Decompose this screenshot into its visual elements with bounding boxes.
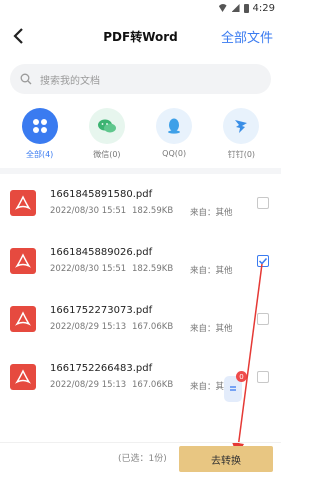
- select-checkbox[interactable]: [257, 197, 269, 209]
- back-button[interactable]: [8, 26, 28, 46]
- tab-all-label: 全部(4): [25, 150, 54, 159]
- file-size: 182.59KB: [132, 205, 174, 216]
- list-item[interactable]: 1661845891580.pdf 2022/08/30 15:51 182.5…: [0, 174, 281, 232]
- file-date: 2022/08/30 15:51: [50, 263, 127, 274]
- wechat-icon: [88, 108, 125, 144]
- search-icon: [20, 73, 32, 85]
- status-bar: 4:29: [0, 0, 281, 16]
- header: PDF转Word 全部文件: [0, 16, 281, 56]
- file-date: 2022/08/29 15:13: [50, 379, 127, 390]
- pdf-icon: [10, 364, 36, 390]
- file-name: 1661845889026.pdf: [50, 246, 153, 258]
- pdf-icon: [10, 190, 36, 216]
- task-count-badge: 0: [236, 371, 247, 382]
- tab-wechat[interactable]: 微信(0): [75, 108, 139, 160]
- floating-task-button[interactable]: 0: [224, 371, 247, 402]
- list-item[interactable]: 1661752273073.pdf 2022/08/29 15:13 167.0…: [0, 290, 281, 348]
- file-size: 182.59KB: [132, 263, 174, 274]
- file-name: 1661845891580.pdf: [50, 188, 153, 200]
- convert-button[interactable]: 去转换: [179, 446, 273, 472]
- checkmark-icon: [258, 257, 268, 265]
- pdf-icon: [10, 248, 36, 274]
- tab-qq-label: QQ(0): [162, 149, 187, 158]
- file-size: 167.06KB: [132, 321, 174, 332]
- file-name: 1661752273073.pdf: [50, 304, 153, 316]
- select-checkbox[interactable]: [257, 255, 269, 267]
- dingtalk-icon: [223, 108, 260, 144]
- signal-icon: [231, 4, 240, 12]
- tab-dingtalk[interactable]: 钉钉(0): [209, 108, 273, 160]
- tab-all[interactable]: 全部(4): [8, 108, 72, 160]
- navigation-area: [0, 472, 281, 500]
- bottom-bar: (已选：1份) 去转换: [0, 442, 281, 472]
- qq-icon: [156, 108, 193, 144]
- list-item[interactable]: 1661845889026.pdf 2022/08/30 15:51 182.5…: [0, 232, 281, 290]
- file-date: 2022/08/29 15:13: [50, 321, 127, 332]
- document-icon: [230, 386, 236, 391]
- tab-dingtalk-label: 钉钉(0): [227, 150, 256, 159]
- pdf-icon: [10, 306, 36, 332]
- file-size: 167.06KB: [132, 379, 174, 390]
- battery-icon: [243, 3, 249, 13]
- search-placeholder: 搜索我的文档: [40, 75, 100, 87]
- select-checkbox[interactable]: [257, 371, 269, 383]
- all-files-link[interactable]: 全部文件: [221, 27, 273, 46]
- category-tabs: 全部(4) 微信(0) QQ(0) 钉钉(0): [0, 108, 281, 160]
- file-source: 来自：其他: [190, 207, 233, 218]
- search-input[interactable]: 搜索我的文档: [10, 64, 271, 94]
- selected-count: (已选：1份): [118, 454, 167, 464]
- status-time: 4:29: [252, 2, 275, 14]
- file-source: 来自：其他: [190, 265, 233, 276]
- select-checkbox[interactable]: [257, 313, 269, 325]
- tab-qq[interactable]: QQ(0): [142, 108, 206, 160]
- tab-wechat-label: 微信(0): [93, 150, 121, 159]
- file-date: 2022/08/30 15:51: [50, 205, 127, 216]
- back-arrow-icon: [13, 28, 23, 44]
- file-source: 来自：其他: [190, 323, 233, 334]
- file-name: 1661752266483.pdf: [50, 362, 153, 374]
- wifi-icon: [217, 4, 228, 12]
- grid-icon: [21, 108, 58, 144]
